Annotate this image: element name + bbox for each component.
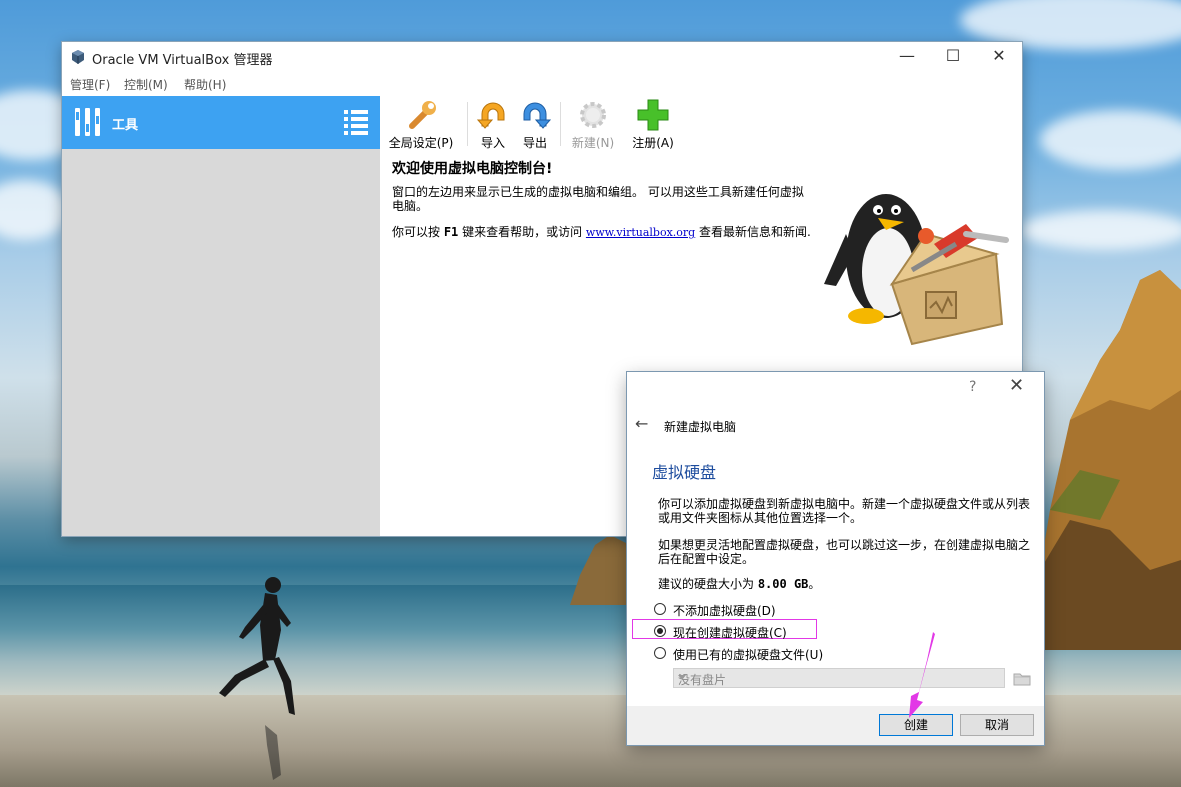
welcome-paragraph-1: 窗口的左边用来显示已生成的虚拟电脑和编组。 可以用这些工具新建任何虚拟电脑。 (392, 185, 804, 213)
dialog-paragraph-1: 你可以添加虚拟硬盘到新虚拟电脑中。新建一个虚拟硬盘文件或从列表或用文件夹图标从其… (658, 497, 1031, 525)
export-button[interactable]: 导出 (515, 98, 555, 150)
virtualbox-website-link[interactable]: www.virtualbox.org (586, 226, 695, 239)
sidebar-item-tools[interactable]: 工具 (62, 96, 380, 149)
list-menu-icon[interactable] (344, 109, 368, 135)
tools-icon (75, 108, 100, 136)
window-title: Oracle VM VirtualBox 管理器 (92, 53, 273, 68)
dialog-paragraph-2: 如果想更灵活地配置虚拟硬盘，也可以跳过这一步，在创建虚拟电脑之后在配置中设定。 (658, 538, 1031, 566)
global-settings-button[interactable]: 全局设定(P) (386, 98, 456, 150)
dialog-close-button[interactable]: ✕ (1009, 375, 1024, 396)
recommended-size-value: 8.00 GB (757, 577, 809, 591)
new-machine-button[interactable]: 新建(N) (568, 98, 618, 150)
recommended-size-text: 建议的硬盘大小为 8.00 GB。 (658, 577, 1036, 591)
radio-button[interactable] (654, 603, 666, 615)
wizard-title: 新建虚拟电脑 (664, 420, 737, 434)
global-settings-label: 全局设定(P) (388, 136, 454, 150)
import-label: 导入 (480, 136, 505, 150)
title-bar: Oracle VM VirtualBox 管理器 — ☐ ✕ (62, 42, 1022, 72)
menu-bar: 管理(F) 控制(M) 帮助(H) (62, 72, 1022, 94)
radio-button[interactable] (654, 647, 666, 659)
runner-figure (219, 577, 295, 780)
new-vm-wizard-dialog: ? ✕ ← 新建虚拟电脑 虚拟硬盘 你可以添加虚拟硬盘到新虚拟电脑中。新建一个虚… (627, 372, 1044, 745)
tools-label: 工具 (112, 118, 139, 133)
register-label: 注册(A) (632, 136, 674, 150)
close-button[interactable]: ✕ (976, 42, 1022, 72)
export-icon (523, 102, 552, 129)
register-button[interactable]: 注册(A) (628, 98, 678, 150)
import-icon (476, 102, 505, 129)
wrench-icon (409, 101, 436, 129)
cancel-button[interactable]: 取消 (960, 714, 1034, 736)
minimize-button[interactable]: — (884, 42, 930, 72)
radio-label: 不添加虚拟硬盘(D) (673, 604, 776, 618)
dialog-footer: 创建 取消 (627, 706, 1044, 745)
add-plus-icon (637, 99, 669, 131)
recommend-text: 建议的硬盘大小为 (658, 577, 758, 591)
small-rock (570, 535, 630, 605)
welcome-title: 欢迎使用虚拟电脑控制台! (392, 161, 553, 177)
maximize-button[interactable]: ☐ (930, 42, 976, 72)
annotation-arrow-icon (909, 632, 935, 718)
export-label: 导出 (522, 136, 547, 150)
radio-label: 使用已有的虚拟硬盘文件(U) (673, 648, 824, 662)
new-gear-icon (580, 102, 606, 128)
disk-file-combo[interactable]: 没有盘片 (673, 668, 1005, 688)
menu-control[interactable]: 控制(M) (124, 76, 168, 93)
import-button[interactable]: 导入 (473, 98, 513, 150)
welcome-text: 你可以按 (392, 225, 444, 239)
penguin-toolbox-illustration (824, 194, 1009, 346)
help-button[interactable]: ? (969, 379, 976, 395)
menu-manage[interactable]: 管理(F) (70, 76, 110, 93)
chevron-down-icon (678, 675, 686, 680)
back-arrow-icon[interactable]: ← (635, 414, 648, 433)
toolbar-separator (560, 102, 561, 146)
f1-key: F1 (443, 225, 459, 239)
machine-sidebar: 工具 (62, 96, 380, 536)
radio-label: 现在创建虚拟硬盘(C) (673, 626, 787, 640)
folder-icon[interactable] (1013, 669, 1031, 687)
section-title: 虚拟硬盘 (652, 463, 717, 482)
toolbar-separator (467, 102, 468, 146)
menu-help[interactable]: 帮助(H) (184, 76, 226, 93)
new-machine-label: 新建(N) (571, 136, 615, 150)
welcome-paragraph-2: 你可以按 F1 键来查看帮助，或访问 www.virtualbox.org 查看… (392, 225, 812, 240)
virtualbox-logo-icon (72, 50, 84, 64)
radio-button-selected[interactable] (654, 625, 666, 637)
welcome-text: 查看最新信息和新闻. (695, 225, 811, 239)
welcome-text: 键来查看帮助，或访问 (458, 225, 586, 239)
recommend-text: 。 (808, 577, 821, 591)
